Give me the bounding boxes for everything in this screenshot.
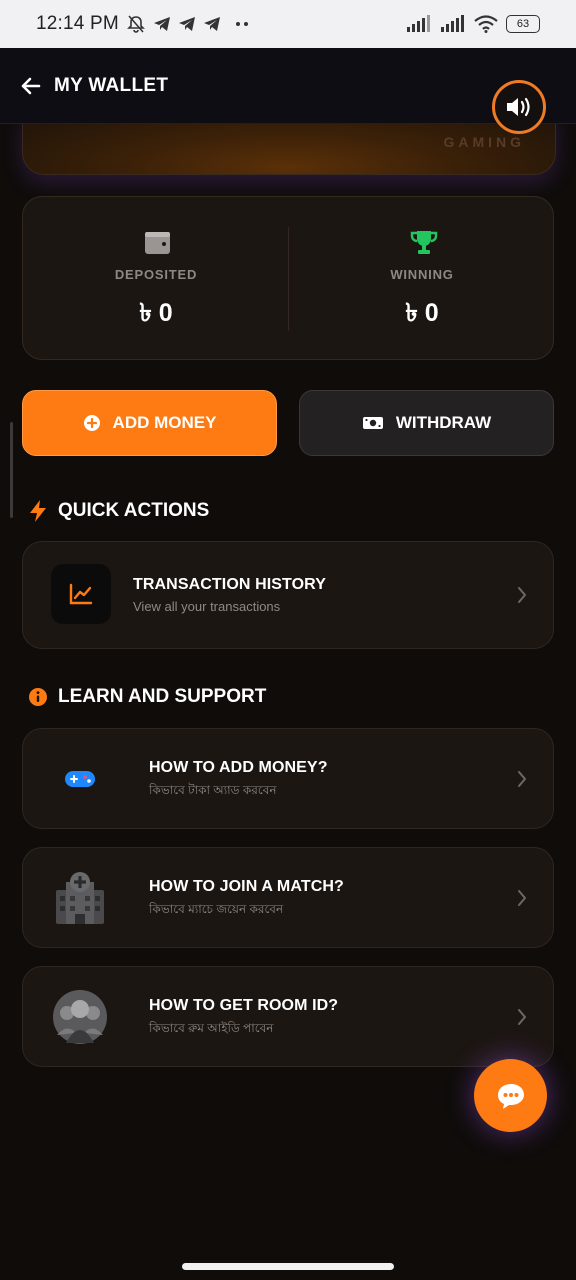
battery-indicator: 63	[506, 15, 540, 33]
deposited-balance: DEPOSITED ৳ 0	[23, 197, 289, 361]
home-indicator[interactable]	[182, 1263, 394, 1270]
sound-toggle-button[interactable]	[492, 80, 546, 134]
plus-circle-icon	[83, 415, 100, 431]
quick-actions-title: QUICK ACTIONS	[58, 500, 210, 521]
transaction-history-subtitle: View all your transactions	[133, 599, 281, 614]
how-to-join-match-title: HOW TO JOIN A MATCH?	[149, 878, 344, 895]
transaction-icon-box	[51, 564, 111, 624]
chat-bubble-icon	[497, 1083, 524, 1109]
winning-label: WINNING	[390, 267, 454, 282]
learn-support-heading: LEARN AND SUPPORT	[28, 686, 266, 708]
learn-icon-box	[51, 988, 109, 1046]
balance-card: DEPOSITED ৳ 0 WINNING ৳ 0	[22, 196, 554, 360]
deposited-value: ৳ 0	[139, 299, 173, 327]
trophy-icon	[410, 231, 438, 254]
chevron-right-icon	[518, 1008, 526, 1025]
telegram-icon	[153, 17, 170, 31]
add-money-label: ADD MONEY	[112, 413, 217, 432]
back-arrow-icon	[21, 77, 41, 94]
withdraw-label: WITHDRAW	[395, 413, 492, 432]
cash-icon	[362, 417, 383, 429]
lightning-icon	[30, 500, 46, 522]
quick-actions-heading: QUICK ACTIONS	[28, 499, 209, 523]
banner-brand-text: GAMING	[443, 134, 525, 150]
status-bar: 12:14 PM 63	[0, 0, 576, 48]
more-dots-icon	[235, 22, 248, 26]
learn-icon-box	[51, 750, 109, 808]
gamepad-icon	[65, 770, 95, 787]
how-to-get-room-id-title: HOW TO GET ROOM ID?	[149, 997, 339, 1014]
transaction-history-title: TRANSACTION HISTORY	[133, 576, 327, 593]
winning-balance: WINNING ৳ 0	[289, 197, 555, 361]
back-button[interactable]	[18, 73, 44, 99]
learn-support-title: LEARN AND SUPPORT	[58, 686, 267, 707]
withdraw-button[interactable]: WITHDRAW	[299, 390, 554, 456]
signal-icon	[441, 15, 464, 32]
signal-icon	[407, 15, 430, 32]
app-header: MY WALLET	[0, 48, 576, 124]
how-to-add-money-title: HOW TO ADD MONEY?	[149, 759, 328, 776]
page-title: MY WALLET	[54, 74, 169, 96]
telegram-icon	[178, 17, 195, 31]
status-time: 12:14 PM	[36, 13, 119, 34]
hospital-icon	[56, 871, 104, 924]
mute-bell-icon	[127, 15, 145, 33]
how-to-get-room-id-subtitle: কিভাবে রুম আইডি পাবেন	[149, 1021, 274, 1035]
chevron-right-icon	[518, 889, 526, 906]
learn-icon-box	[51, 869, 109, 927]
wifi-icon	[474, 15, 498, 33]
winning-value: ৳ 0	[405, 299, 439, 327]
speaker-icon	[507, 97, 530, 117]
info-icon	[29, 688, 47, 706]
group-avatar-icon	[53, 989, 107, 1044]
how-to-add-money-subtitle: কিভাবে টাকা অ্যাড করবেন	[149, 783, 277, 797]
how-to-get-room-id-card[interactable]: HOW TO GET ROOM ID? কিভাবে রুম আইডি পাবে…	[22, 966, 554, 1067]
transaction-history-card[interactable]: TRANSACTION HISTORY View all your transa…	[22, 541, 554, 649]
chevron-right-icon	[518, 587, 526, 603]
chevron-right-icon	[518, 770, 526, 787]
chart-line-icon	[69, 583, 93, 605]
scroll-indicator[interactable]	[10, 422, 13, 518]
chat-support-button[interactable]	[474, 1059, 547, 1132]
how-to-add-money-card[interactable]: HOW TO ADD MONEY? কিভাবে টাকা অ্যাড করবে…	[22, 728, 554, 829]
how-to-join-match-subtitle: কিভাবে ম্যাচে জয়েন করবেন	[149, 902, 284, 916]
deposited-label: DEPOSITED	[114, 267, 198, 282]
wallet-icon	[145, 232, 170, 254]
telegram-icon	[203, 17, 220, 31]
add-money-button[interactable]: ADD MONEY	[22, 390, 277, 456]
how-to-join-match-card[interactable]: HOW TO JOIN A MATCH? কিভাবে ম্যাচে জয়েন…	[22, 847, 554, 948]
